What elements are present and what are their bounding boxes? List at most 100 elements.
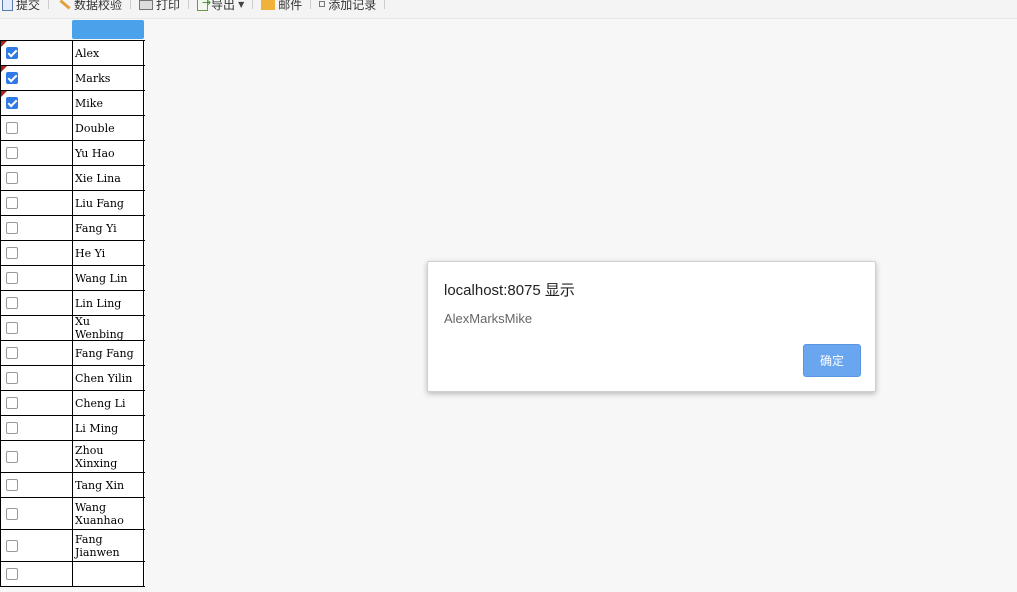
checkbox-cell [1, 166, 73, 190]
add-record-button[interactable]: 添加记录 [317, 0, 378, 13]
name-cell[interactable]: Alex [73, 41, 144, 65]
row-checkbox[interactable] [6, 568, 18, 580]
name-cell[interactable]: Liu Fang [73, 191, 144, 215]
name-cell[interactable]: Lin Ling [73, 291, 144, 315]
checkbox-cell [1, 241, 73, 265]
table-row: Liu Fang [1, 191, 145, 216]
row-checkbox[interactable] [6, 197, 18, 209]
add-record-icon [319, 1, 326, 7]
row-checkbox[interactable] [6, 122, 18, 134]
toolbar-divider [252, 0, 254, 9]
export-label: 导出 [211, 0, 236, 12]
row-checkbox[interactable] [6, 222, 18, 234]
page: 提交 数据校验 打印 导出 ▼ 邮件 添加记录 [0, 0, 1017, 592]
print-label: 打印 [156, 0, 181, 12]
table-row: He Yi [1, 241, 145, 266]
name-cell[interactable]: Zhou Xinxing [73, 441, 144, 472]
name-cell[interactable]: Tang Xin [73, 473, 144, 497]
checkbox-cell [1, 498, 73, 529]
edited-marker-icon [1, 91, 7, 97]
table-row: Double [1, 116, 145, 141]
checkbox-cell [1, 66, 73, 90]
name-cell[interactable]: Wang Lin [73, 266, 144, 290]
row-checkbox[interactable] [6, 507, 18, 520]
table-row: Alex [1, 41, 145, 66]
table-row: Yu Hao [1, 141, 145, 166]
ok-button[interactable]: 确定 [803, 344, 861, 377]
row-checkbox[interactable] [6, 450, 18, 463]
table-row: Fang Yi [1, 216, 145, 241]
checkbox-cell [1, 391, 73, 415]
name-cell[interactable]: Xu Wenbing [73, 315, 144, 341]
toolbar-divider [188, 0, 190, 9]
name-cell[interactable]: Fang Yi [73, 216, 144, 240]
dialog-title: localhost:8075 显示 [444, 282, 575, 299]
chevron-down-icon: ▼ [238, 0, 245, 9]
validate-button[interactable]: 数据校验 [55, 0, 124, 13]
table-row: Li Ming [1, 416, 145, 441]
grid-header [0, 18, 146, 40]
name-cell[interactable]: Mike [73, 91, 144, 115]
submit-icon [2, 0, 13, 11]
grid-body: Alex Marks Mike Double Yu Hao Xie Lina Liu Fan… [0, 40, 145, 587]
mail-icon [261, 0, 276, 10]
row-checkbox[interactable] [6, 247, 18, 259]
table-row: Fang Fang [1, 341, 145, 366]
row-checkbox[interactable] [6, 539, 18, 552]
row-checkbox[interactable] [6, 397, 18, 409]
export-button[interactable]: 导出 ▼ [195, 0, 246, 13]
table-row: Xu Wenbing [1, 315, 145, 341]
mail-label: 邮件 [278, 0, 303, 12]
name-cell[interactable]: Li Ming [73, 416, 144, 440]
name-cell[interactable] [73, 562, 144, 586]
checkbox-cell [1, 473, 73, 497]
name-cell[interactable]: Fang Jianwen [73, 530, 144, 561]
name-cell[interactable]: Fang Fang [73, 341, 144, 365]
name-cell[interactable]: Marks [73, 66, 144, 90]
row-checkbox[interactable] [6, 372, 18, 384]
row-checkbox[interactable] [6, 479, 18, 491]
submit-button[interactable]: 提交 [0, 0, 42, 13]
toolbar: 提交 数据校验 打印 导出 ▼ 邮件 添加记录 [0, 0, 1017, 19]
checkbox-cell [1, 141, 73, 165]
name-cell[interactable]: Yu Hao [73, 141, 144, 165]
print-button[interactable]: 打印 [137, 0, 182, 13]
row-checkbox[interactable] [6, 72, 18, 84]
checkbox-cell [1, 441, 73, 472]
table-row: Chen Yilin [1, 366, 145, 391]
row-checkbox[interactable] [6, 47, 18, 59]
table-row: Cheng Li [1, 391, 145, 416]
checkbox-cell [1, 316, 73, 340]
name-cell[interactable]: Chen Yilin [73, 366, 144, 390]
submit-label: 提交 [16, 0, 41, 12]
toolbar-divider [48, 0, 50, 9]
name-cell[interactable]: Cheng Li [73, 391, 144, 415]
row-checkbox[interactable] [6, 147, 18, 159]
row-checkbox[interactable] [6, 322, 18, 334]
checkbox-cell [1, 41, 73, 65]
row-checkbox[interactable] [6, 422, 18, 434]
table-row [1, 562, 145, 587]
row-checkbox[interactable] [6, 272, 18, 284]
toolbar-divider [310, 0, 312, 9]
checkbox-cell [1, 116, 73, 140]
table-row: Marks [1, 66, 145, 91]
table-row: Mike [1, 91, 145, 116]
row-checkbox[interactable] [6, 297, 18, 309]
row-checkbox[interactable] [6, 97, 18, 109]
checkbox-cell [1, 91, 73, 115]
checkbox-cell [1, 562, 73, 586]
row-checkbox[interactable] [6, 172, 18, 184]
name-cell[interactable]: He Yi [73, 241, 144, 265]
name-cell[interactable]: Wang Xuanhao [73, 498, 144, 529]
edited-marker-icon [1, 66, 7, 72]
row-checkbox[interactable] [6, 347, 18, 359]
print-icon [139, 0, 154, 10]
column-header-bar[interactable] [72, 20, 144, 39]
name-cell[interactable]: Double [73, 116, 144, 140]
table-row: Tang Xin [1, 473, 145, 498]
add-record-label: 添加记录 [328, 0, 377, 12]
validate-label: 数据校验 [74, 0, 123, 12]
name-cell[interactable]: Xie Lina [73, 166, 144, 190]
mail-button[interactable]: 邮件 [259, 0, 304, 13]
